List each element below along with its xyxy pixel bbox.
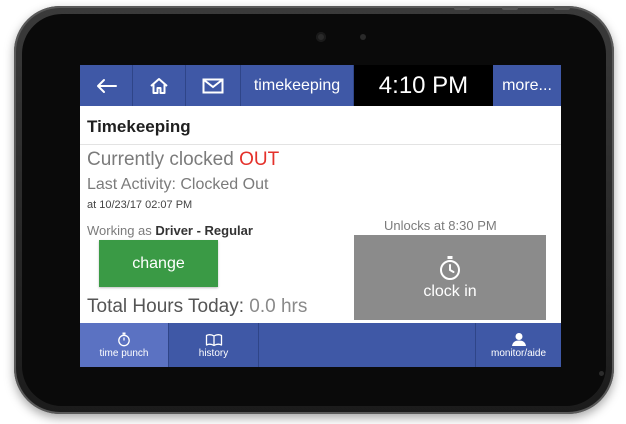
page-title: Timekeeping	[87, 117, 191, 136]
home-button[interactable]	[133, 65, 186, 106]
total-hours-value: 0.0 hrs	[249, 296, 308, 317]
change-button[interactable]: change	[99, 240, 218, 287]
front-camera	[316, 32, 326, 42]
clock-status-prefix: Currently clocked	[87, 149, 240, 170]
clock-status-value: OUT	[239, 149, 280, 170]
working-as-prefix: Working as	[87, 223, 156, 238]
bezel-dot	[599, 371, 604, 376]
clock-status: Currently clocked OUT	[87, 149, 279, 171]
device-button	[502, 6, 518, 10]
app-screen: timekeeping 4:10 PM more... Timekeeping …	[80, 65, 561, 367]
person-icon	[511, 332, 527, 348]
home-icon	[150, 77, 168, 94]
last-activity: Last Activity: Clocked Out	[87, 176, 269, 193]
clock-display: 4:10 PM	[354, 65, 493, 106]
tab-monitor-aide-label: monitor/aide	[490, 347, 547, 359]
working-as: Working as Driver - Regular	[87, 223, 253, 238]
envelope-icon	[202, 78, 224, 93]
unlock-time-notice: Unlocks at 8:30 PM	[384, 218, 497, 233]
mail-button[interactable]	[186, 65, 241, 106]
back-button[interactable]	[80, 65, 133, 106]
tab-time-punch-label: time punch	[99, 347, 149, 359]
device-button	[454, 6, 470, 10]
light-sensor	[360, 34, 366, 40]
title-divider	[80, 144, 561, 145]
last-activity-timestamp: at 10/23/17 02:07 PM	[87, 199, 193, 211]
working-role: Driver - Regular	[155, 223, 253, 238]
bottom-nav-bar: time punch history monitor/aide	[80, 323, 561, 367]
tab-monitor-aide[interactable]: monitor/aide	[476, 323, 561, 367]
tab-timekeeping[interactable]: timekeeping	[241, 65, 354, 106]
more-button[interactable]: more...	[493, 65, 561, 106]
total-hours-today: Total Hours Today: 0.0 hrs	[87, 296, 307, 318]
stopwatch-icon	[117, 332, 131, 348]
tab-history-label: history	[198, 347, 229, 359]
device-button	[554, 6, 570, 10]
arrow-left-icon	[97, 78, 117, 93]
bottom-nav-spacer	[259, 323, 476, 367]
top-nav-bar: timekeeping 4:10 PM more...	[80, 65, 561, 106]
tab-history[interactable]: history	[169, 323, 259, 367]
book-icon	[205, 332, 223, 348]
total-hours-label: Total Hours Today:	[87, 296, 245, 317]
stopwatch-icon	[440, 255, 460, 280]
clock-in-label: clock in	[423, 282, 477, 300]
clock-in-button[interactable]: clock in	[354, 235, 546, 320]
tab-time-punch[interactable]: time punch	[80, 323, 169, 367]
